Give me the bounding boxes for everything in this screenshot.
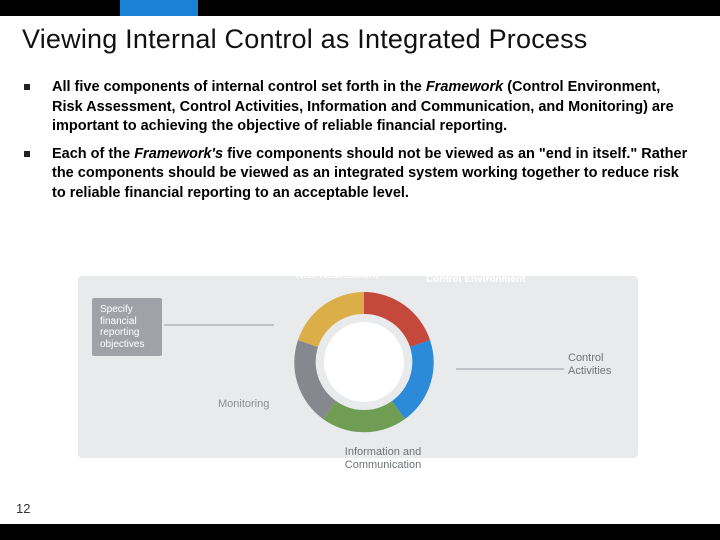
bullet-text: All five components of internal control … xyxy=(52,78,694,137)
segment-label-info: Information and Communication xyxy=(328,446,438,471)
bullet-item: All five components of internal control … xyxy=(24,78,694,137)
bullet-list: All five components of internal control … xyxy=(24,78,694,211)
segment-label-info-text: Information and Communication xyxy=(345,446,421,471)
diagram-left-label: Specify financial reporting objectives xyxy=(92,298,162,356)
slide-title: Viewing Internal Control as Integrated P… xyxy=(22,24,588,55)
segment-label-monitoring: Monitoring xyxy=(218,398,269,411)
segment-label-env: Control Environment xyxy=(426,274,525,286)
process-diagram: Specify financial reporting objectives R… xyxy=(78,268,638,468)
segment-label-activities: Control Activities xyxy=(568,352,628,377)
bullet-item: Each of the Framework's five components … xyxy=(24,145,694,204)
bottom-bar xyxy=(0,524,720,540)
bullet-text: Each of the Framework's five components … xyxy=(52,145,694,204)
slide: Viewing Internal Control as Integrated P… xyxy=(0,0,720,540)
top-accent xyxy=(120,0,198,16)
connector-line xyxy=(456,368,564,370)
bullet-marker-icon xyxy=(24,84,30,90)
page-number: 12 xyxy=(16,501,30,516)
ring-svg-icon xyxy=(270,268,458,456)
top-bar xyxy=(0,0,720,16)
segment-label-risk: Risk Assessment xyxy=(296,270,378,282)
ring-icon xyxy=(270,268,458,456)
connector-line xyxy=(164,324,274,326)
bullet-marker-icon xyxy=(24,151,30,157)
